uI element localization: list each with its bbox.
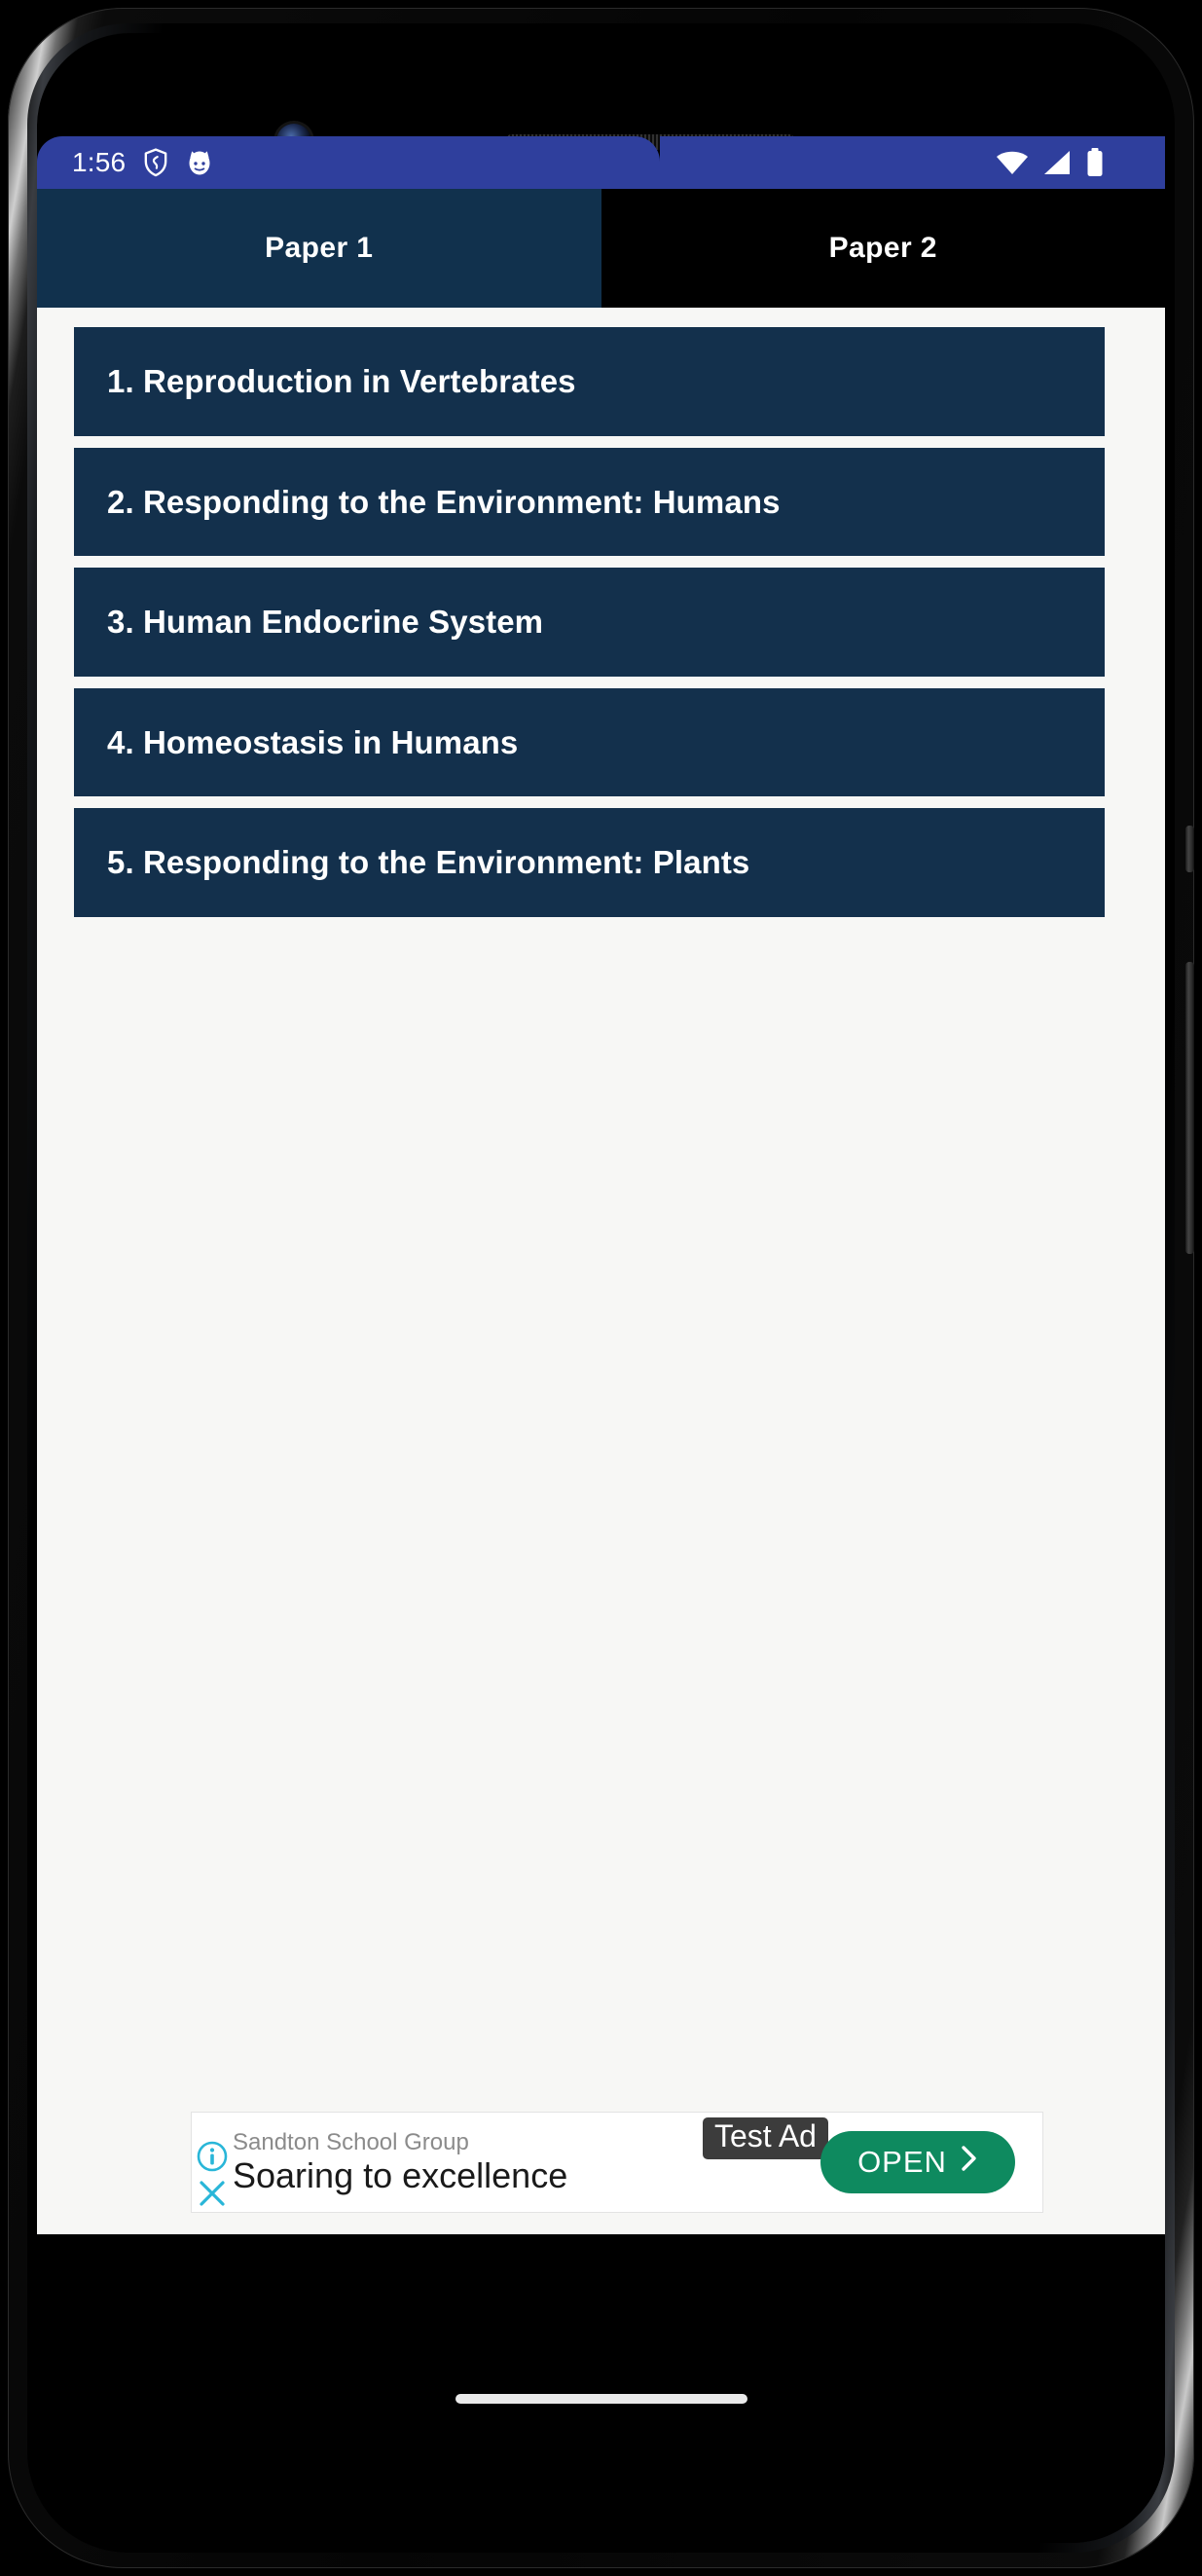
system-navigation-bar [37,2337,1165,2543]
tab-paper-1-label: Paper 1 [265,232,374,264]
tab-bar: Paper 1 Paper 2 [37,189,1165,308]
cellular-signal-icon [1042,149,1072,176]
shield-icon [143,148,168,177]
chapter-label: 4. Homeostasis in Humans [107,723,519,760]
battery-icon [1085,148,1105,177]
ad-banner[interactable]: Sandton School Group Soaring to excellen… [191,2112,1043,2213]
chapter-label: 5. Responding to the Environment: Plants [107,844,750,881]
tab-paper-1[interactable]: Paper 1 [37,189,601,308]
ad-open-label: OPEN [857,2145,947,2179]
list-item[interactable]: 5. Responding to the Environment: Plants [74,808,1105,917]
ad-text-block: Sandton School Group Soaring to excellen… [233,2128,568,2195]
wifi-icon [996,149,1029,176]
list-item[interactable]: 3. Human Endocrine System [74,568,1105,677]
ad-open-button[interactable]: OPEN [820,2131,1015,2193]
phone-device-frame: 1:56 Paper 1 Paper 2 1. Reproduction in … [8,8,1194,2568]
ad-advertiser-name: Sandton School Group [233,2128,469,2155]
info-circle-icon[interactable] [196,2140,229,2173]
list-item[interactable]: 1. Reproduction in Vertebrates [74,327,1105,436]
power-button[interactable] [1185,962,1194,1254]
phone-screen: 1:56 Paper 1 Paper 2 1. Reproduction in … [37,33,1165,2543]
chevron-right-icon [961,2145,978,2180]
status-bar-clock: 1:56 [72,147,127,177]
tab-paper-2-label: Paper 2 [828,232,937,264]
list-item[interactable]: 2. Responding to the Environment: Humans [74,447,1105,557]
chapter-list[interactable]: 1. Reproduction in Vertebrates 2. Respon… [37,308,1165,2234]
status-bar: 1:56 [37,136,660,189]
chapter-label: 1. Reproduction in Vertebrates [107,363,576,399]
status-bar-right-icons [660,136,1165,189]
chapter-label: 3. Human Endocrine System [107,604,544,641]
volume-up-button[interactable] [1185,826,1194,872]
cat-face-icon [186,148,213,177]
ad-controls [196,2140,229,2210]
list-item[interactable]: 4. Homeostasis in Humans [74,687,1105,797]
tab-paper-2[interactable]: Paper 2 [601,189,1165,308]
close-x-icon[interactable] [196,2177,229,2210]
home-indicator-pill[interactable] [455,2394,747,2404]
chapter-label: 2. Responding to the Environment: Humans [107,483,781,520]
ad-headline: Soaring to excellence [233,2154,568,2195]
app-viewport: 1:56 Paper 1 Paper 2 1. Reproduction in … [37,136,1165,2543]
ad-test-badge: Test Ad [703,2117,828,2159]
